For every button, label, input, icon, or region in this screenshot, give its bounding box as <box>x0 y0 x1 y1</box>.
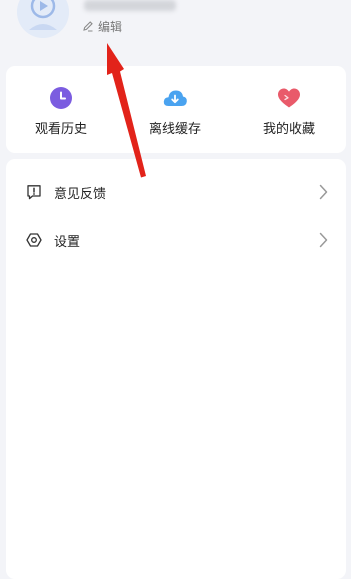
nickname-redacted <box>84 0 176 11</box>
profile-header: 编辑 <box>0 0 351 62</box>
chevron-right-icon <box>319 232 328 248</box>
quick-action-offline-cache[interactable]: 离线缓存 <box>125 86 225 137</box>
avatar[interactable] <box>17 0 69 38</box>
quick-action-watch-history[interactable]: 观看历史 <box>11 86 111 137</box>
edit-profile-link[interactable]: 编辑 <box>82 17 122 35</box>
feedback-icon <box>27 185 41 200</box>
menu-item-feedback[interactable]: 意见反馈 <box>6 172 346 212</box>
quick-action-label: 离线缓存 <box>148 122 201 137</box>
chevron-right-icon <box>319 184 328 200</box>
quick-actions-card: 观看历史 离线缓存 我的收藏 <box>6 66 346 153</box>
edit-label: 编辑 <box>98 19 123 34</box>
cloud-download-icon <box>163 90 187 106</box>
avatar-play-icon <box>17 0 69 38</box>
quick-action-label: 观看历史 <box>34 122 87 137</box>
quick-action-favorites[interactable]: 我的收藏 <box>239 86 339 137</box>
heart-icon <box>278 88 300 108</box>
menu-item-label: 设置 <box>54 235 81 250</box>
menu-item-label: 意见反馈 <box>54 187 107 202</box>
clock-icon <box>50 87 72 109</box>
menu-item-settings[interactable]: 设置 <box>6 220 346 260</box>
pencil-icon <box>83 21 93 32</box>
quick-action-label: 我的收藏 <box>262 122 315 137</box>
menu-card: 意见反馈 设置 <box>6 159 346 579</box>
settings-icon <box>26 233 42 247</box>
